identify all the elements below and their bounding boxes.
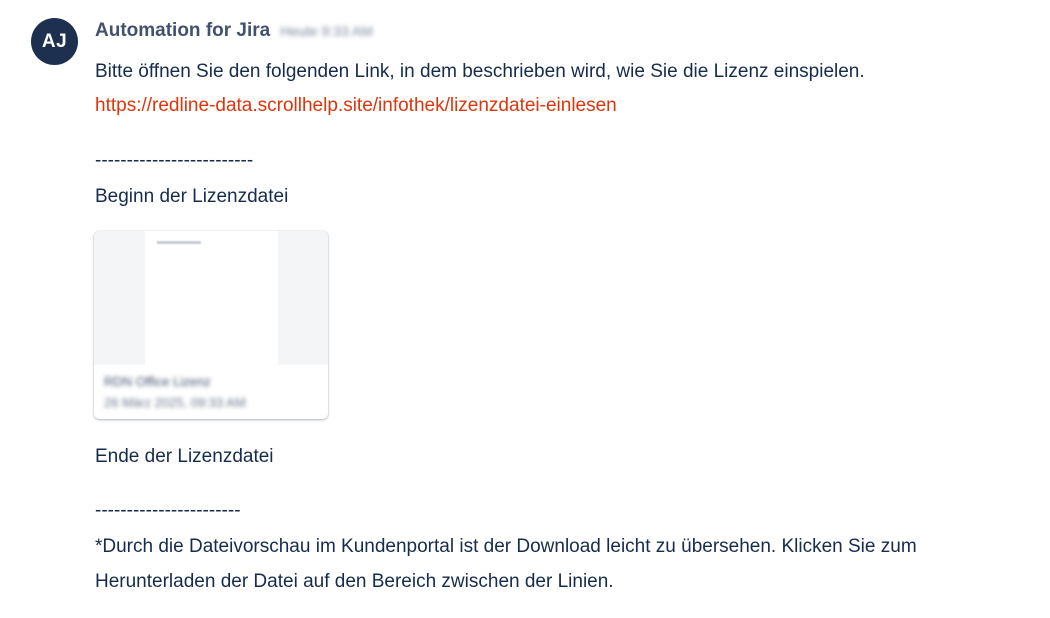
- comment: AJ Automation for Jira Heute 9:33 AM Bit…: [0, 0, 1050, 618]
- comment-timestamp: Heute 9:33 AM: [280, 23, 373, 39]
- attachment-preview-text: [157, 241, 201, 244]
- license-begin-label: Beginn der Lizenzdatei: [95, 186, 289, 207]
- divider-top: -------------------------: [95, 150, 254, 171]
- license-help-link[interactable]: https://redline-data.scrollhelp.site/inf…: [95, 93, 617, 119]
- avatar[interactable]: AJ: [31, 18, 78, 65]
- attachment-card[interactable]: RDN Office Lizenz 26 März 2025, 09:33 AM: [94, 231, 328, 419]
- comment-header: Automation for Jira Heute 9:33 AM: [95, 20, 373, 42]
- attachment-preview-page: [145, 231, 278, 365]
- note-text-line-1: *Durch die Dateivorschau im Kundenportal…: [95, 536, 917, 557]
- author-name[interactable]: Automation for Jira: [95, 20, 270, 42]
- avatar-initials: AJ: [41, 30, 68, 52]
- divider-bottom: -----------------------: [95, 500, 241, 521]
- note-text-line-2: Herunterladen der Datei auf den Bereich …: [95, 571, 614, 592]
- attachment-preview[interactable]: [94, 231, 328, 365]
- attachment-file-name: RDN Office Lizenz: [104, 374, 211, 389]
- attachment-file-date: 26 März 2025, 09:33 AM: [104, 395, 246, 410]
- license-end-label: Ende der Lizenzdatei: [95, 446, 274, 467]
- intro-text: Bitte öffnen Sie den folgenden Link, in …: [95, 61, 865, 82]
